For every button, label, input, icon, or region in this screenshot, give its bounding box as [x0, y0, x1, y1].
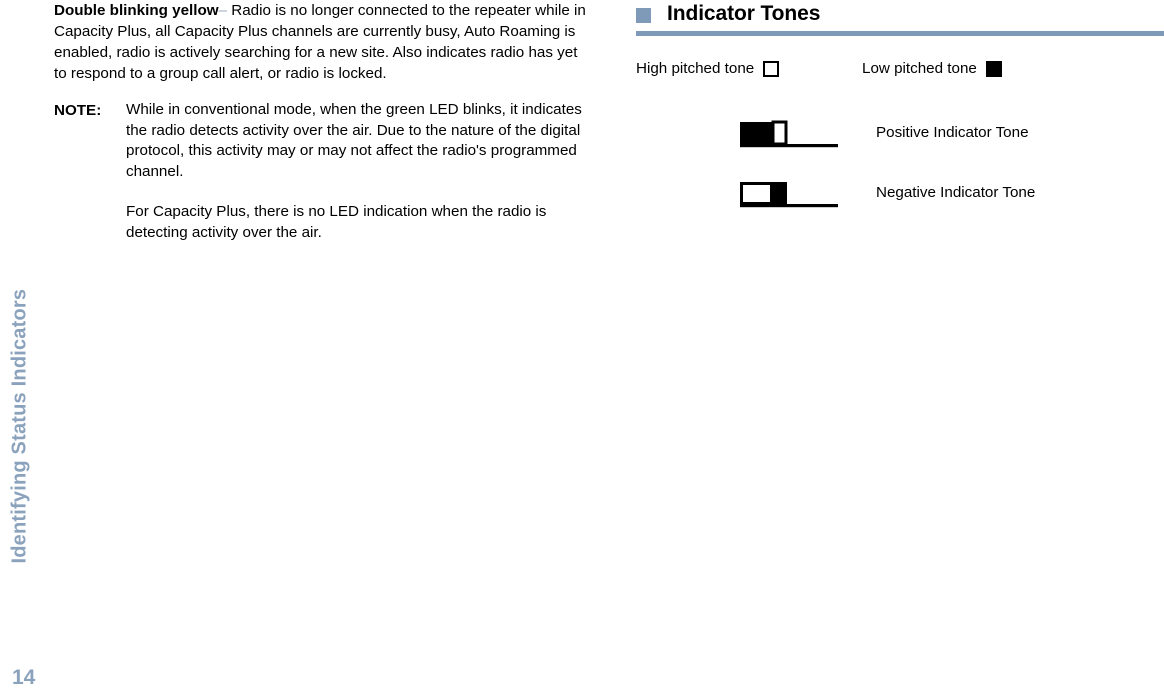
note-label: NOTE: [54, 102, 102, 119]
body-paragraph: Double blinking yellow– Radio is no long… [54, 0, 594, 84]
lead-dash: – [218, 2, 227, 19]
right-content-column: Indicator Tones High pitched tone Low pi… [636, 0, 1164, 239]
tone-row-positive: Positive Indicator Tone [636, 119, 1164, 179]
legend-label-high-pitched: High pitched tone [636, 60, 755, 77]
positive-tone-waveform-icon [740, 119, 840, 151]
solid-square-icon [985, 61, 1002, 77]
tone-diagram-list: Positive Indicator Tone Negative Indicat… [636, 119, 1164, 239]
section-bullet-icon [636, 8, 651, 23]
note-paragraph-2: For Capacity Plus, there is no LED indic… [126, 203, 547, 241]
legend-item-high-pitched: High pitched tone [636, 59, 780, 79]
section-heading: Indicator Tones [636, 0, 1164, 28]
legend-item-low-pitched: Low pitched tone [862, 59, 1002, 79]
section-divider-rule [636, 31, 1164, 36]
section-heading-title: Indicator Tones [667, 2, 821, 25]
note-body: While in conventional mode, when the gre… [126, 100, 594, 243]
lead-term: Double blinking yellow [54, 2, 219, 19]
left-text-column: Double blinking yellow– Radio is no long… [54, 0, 594, 243]
tone-label-positive: Positive Indicator Tone [876, 124, 1029, 141]
tone-row-negative: Negative Indicator Tone [636, 179, 1164, 239]
page-number: 14 [12, 666, 36, 689]
note-block: NOTE: While in conventional mode, when t… [54, 100, 594, 243]
negative-tone-waveform-icon [740, 179, 840, 211]
open-square-icon [763, 61, 780, 77]
side-running-head: Identifying Status Indicators [0, 0, 52, 691]
running-head-text: Identifying Status Indicators [8, 288, 31, 564]
tone-legend: High pitched tone Low pitched tone [636, 59, 1164, 89]
legend-label-low-pitched: Low pitched tone [862, 60, 977, 77]
tone-label-negative: Negative Indicator Tone [876, 184, 1036, 201]
note-paragraph-1: While in conventional mode, when the gre… [126, 101, 582, 180]
